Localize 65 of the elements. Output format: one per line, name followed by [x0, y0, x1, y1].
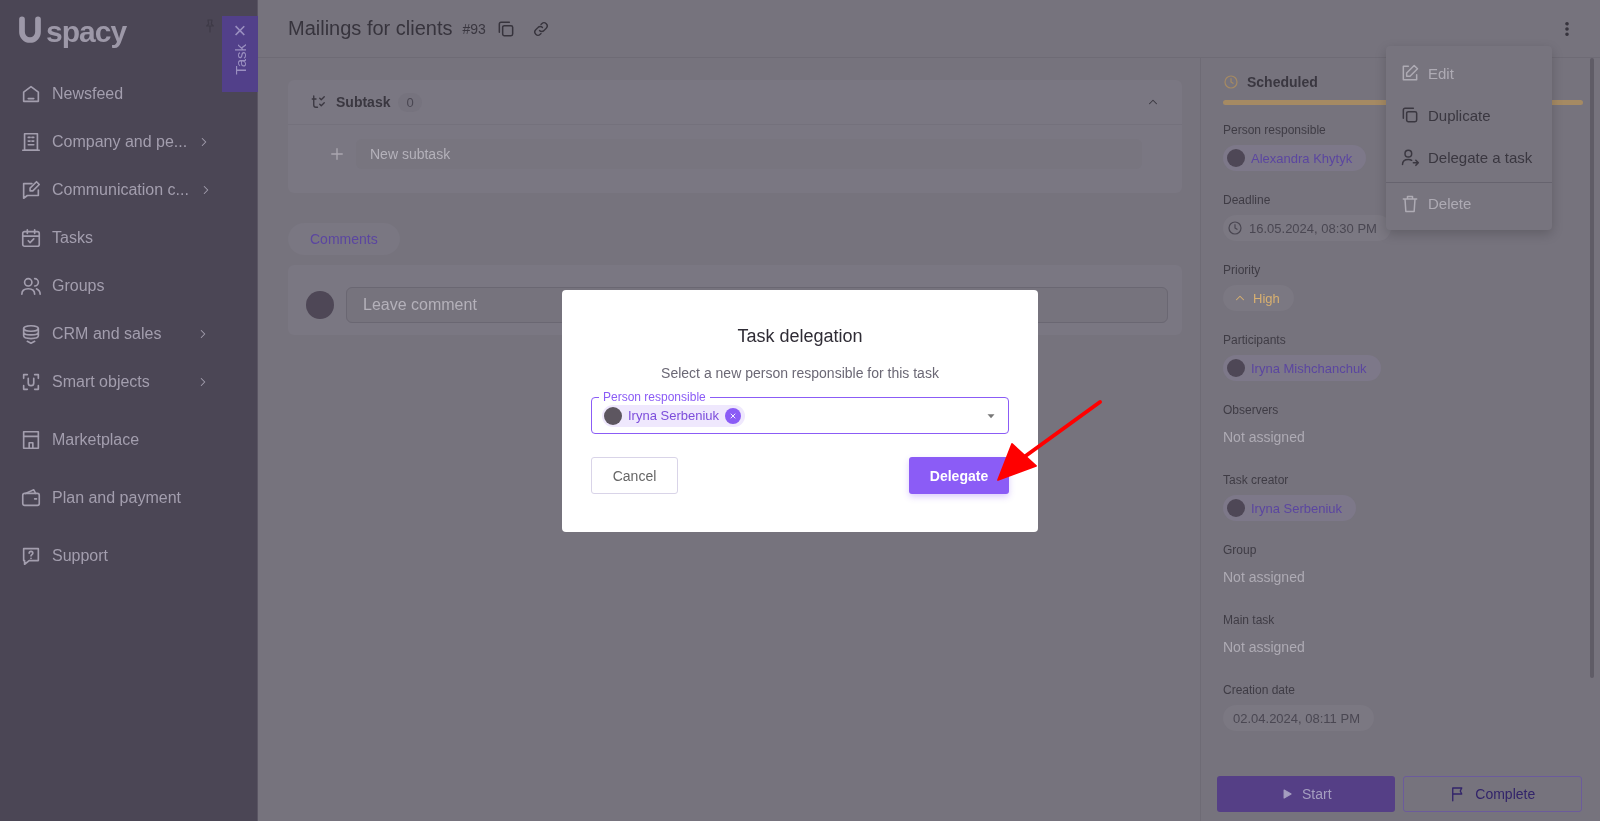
sidebar-item[interactable]: Smart objects — [20, 358, 210, 406]
plus-icon[interactable] — [328, 145, 346, 163]
remove-icon[interactable] — [725, 407, 742, 424]
person-chip: Iryna Serbeniuk — [602, 404, 746, 427]
subtask-label: Subtask — [336, 94, 391, 110]
start-button[interactable]: Start — [1217, 776, 1395, 812]
task-title: Mailings for clients — [288, 17, 453, 40]
field-label: Deadline — [1223, 193, 1271, 207]
sidebar-item[interactable]: Plan and payment — [20, 474, 210, 522]
delegate-button[interactable]: Delegate — [909, 457, 1009, 494]
sidebar-item[interactable]: CRM and sales — [20, 310, 210, 358]
close-button[interactable]: × — [233, 22, 247, 40]
priority-chip: High — [1223, 285, 1294, 311]
sidebar-item[interactable]: Groups — [20, 262, 210, 310]
users-icon — [20, 275, 42, 297]
field-label: Participants — [1223, 333, 1286, 347]
sidebar-item[interactable]: Newsfeed — [20, 70, 210, 118]
link-icon[interactable] — [531, 19, 550, 38]
avatar — [1227, 359, 1245, 377]
pencil-square-icon — [1400, 63, 1420, 83]
building-icon — [20, 131, 42, 153]
calendar-check-icon — [20, 227, 42, 249]
field-value: Not assigned — [1223, 639, 1305, 655]
wallet-icon — [20, 487, 42, 509]
field-label: Person responsible — [599, 390, 710, 404]
clock-icon — [1223, 74, 1239, 90]
task-tab-label[interactable]: Task — [231, 44, 249, 75]
home-icon — [20, 83, 42, 105]
coin-stack-icon — [20, 323, 42, 345]
avatar — [1227, 149, 1245, 167]
copy-icon — [1400, 105, 1420, 125]
task-number: #93 — [462, 20, 486, 37]
avatar — [604, 406, 622, 425]
field-label: Task creator — [1223, 473, 1289, 487]
modal-title: Task delegation — [737, 326, 863, 347]
sidebar-item[interactable]: Marketplace — [20, 416, 210, 464]
field-label: Group — [1223, 543, 1257, 557]
menu-item[interactable]: Duplicate — [1386, 94, 1552, 136]
field-value: Not assigned — [1223, 429, 1305, 445]
trash-icon — [1400, 193, 1420, 214]
sidebar-item[interactable]: Company and pe... — [20, 118, 210, 166]
field-label: Main task — [1223, 613, 1275, 627]
help-chat-icon — [20, 545, 42, 567]
avatar — [306, 291, 334, 319]
store-icon — [20, 429, 42, 451]
avatar — [1227, 499, 1245, 517]
status-label: Scheduled — [1247, 74, 1318, 90]
field-label: Priority — [1223, 263, 1261, 277]
sidebar-item[interactable]: Support — [20, 532, 210, 580]
field-value: Not assigned — [1223, 569, 1305, 585]
field-label: Creation date — [1223, 683, 1296, 697]
field-label: Person responsible — [1223, 123, 1326, 137]
sidebar-item[interactable]: Communication c... — [20, 166, 210, 214]
field-label: Observers — [1223, 403, 1279, 417]
cancel-button[interactable]: Cancel — [591, 457, 678, 494]
user-arrow-icon — [1400, 147, 1420, 167]
sidebar-item[interactable]: Tasks — [20, 214, 210, 262]
chat-edit-icon — [20, 179, 42, 201]
clock-icon — [1227, 220, 1243, 236]
menu-item[interactable]: Delegate a task — [1386, 136, 1552, 178]
complete-button[interactable]: Complete — [1402, 776, 1582, 812]
scan-u-icon — [20, 371, 42, 393]
logo-text: spacy — [46, 17, 127, 47]
modal-subtitle: Select a new person responsible for this task — [661, 365, 939, 381]
checklist-icon — [310, 93, 328, 111]
